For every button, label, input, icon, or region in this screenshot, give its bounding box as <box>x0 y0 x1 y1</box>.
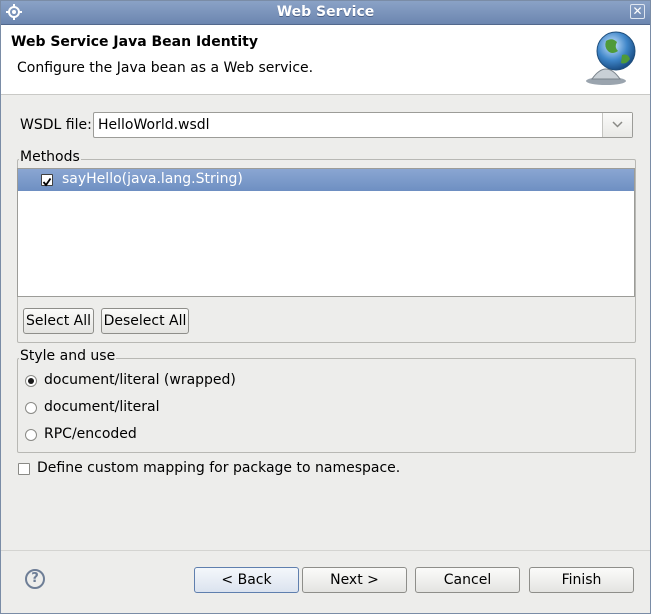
chevron-down-icon <box>612 121 623 128</box>
methods-list[interactable]: sayHello(java.lang.String) <box>17 168 635 297</box>
next-button[interactable]: Next > <box>302 567 407 593</box>
wsdl-file-value: HelloWorld.wsdl <box>98 117 210 133</box>
cancel-button[interactable]: Cancel <box>415 567 520 593</box>
custom-mapping-label[interactable]: Define custom mapping for package to nam… <box>37 460 400 476</box>
combo-dropdown-button[interactable] <box>602 113 632 137</box>
custom-mapping-checkbox[interactable] <box>18 463 30 475</box>
radio-label-rpc-encoded[interactable]: RPC/encoded <box>44 426 137 442</box>
page-title: Web Service Java Bean Identity <box>11 34 258 50</box>
method-checkbox[interactable] <box>41 174 53 187</box>
help-icon[interactable]: ? <box>25 569 45 589</box>
list-item[interactable]: sayHello(java.lang.String) <box>18 169 634 191</box>
finish-button[interactable]: Finish <box>529 567 634 593</box>
radio-document-literal-wrapped[interactable] <box>25 375 37 387</box>
page-description: Configure the Java bean as a Web service… <box>17 60 314 76</box>
wsdl-file-label: WSDL file: <box>20 117 92 133</box>
window-title: Web Service <box>276 4 375 20</box>
wizard-header: Web Service Java Bean Identity Configure… <box>1 25 650 95</box>
globe-icon <box>584 29 640 87</box>
title-bar[interactable]: Web Service ✕ <box>1 1 650 25</box>
close-icon[interactable]: ✕ <box>630 4 645 19</box>
radio-document-literal[interactable] <box>25 402 37 414</box>
method-label: sayHello(java.lang.String) <box>62 171 243 187</box>
footer-divider <box>1 550 650 551</box>
radio-rpc-encoded[interactable] <box>25 429 37 441</box>
web-service-dialog: Web Service ✕ Web Service Java Bean Iden… <box>0 0 651 614</box>
wsdl-file-combo[interactable]: HelloWorld.wsdl <box>93 112 633 138</box>
style-and-use-legend: Style and use <box>19 348 117 364</box>
radio-label-document-literal[interactable]: document/literal <box>44 399 159 415</box>
deselect-all-button[interactable]: Deselect All <box>101 308 189 334</box>
back-button[interactable]: < Back <box>194 567 299 593</box>
radio-label-document-literal-wrapped[interactable]: document/literal (wrapped) <box>44 372 236 388</box>
select-all-button[interactable]: Select All <box>23 308 94 334</box>
methods-legend: Methods <box>19 149 81 165</box>
checkmark-icon <box>42 177 52 187</box>
radio-selected-dot <box>28 378 34 384</box>
